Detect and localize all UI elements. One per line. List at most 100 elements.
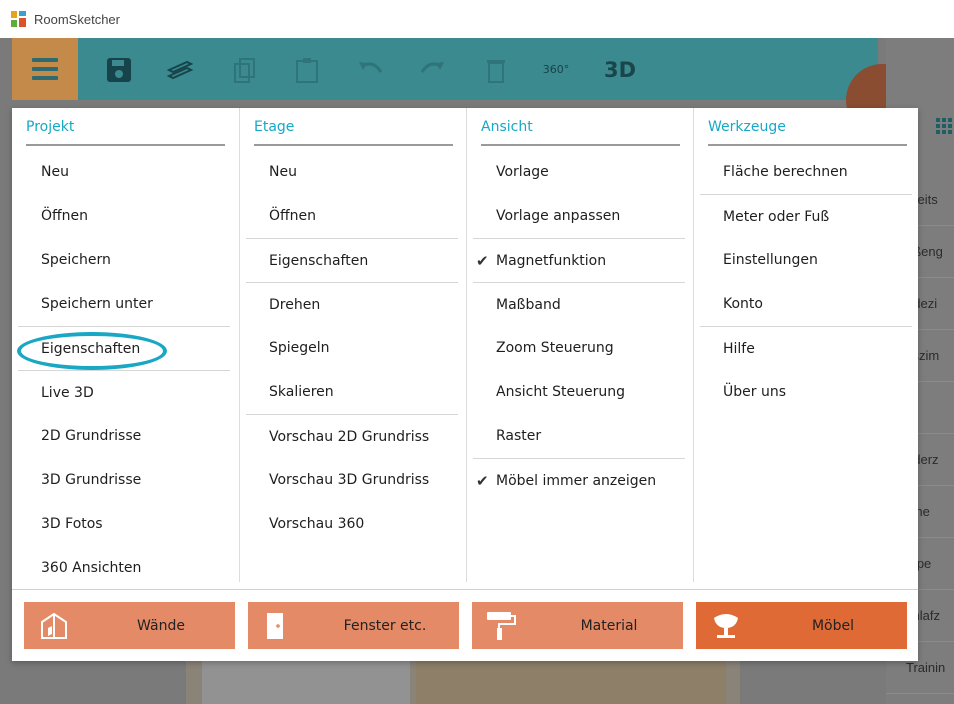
menu-heading-ansicht: Ansicht bbox=[481, 108, 680, 146]
menu-item[interactable]: Vorschau 3D Grundriss bbox=[246, 458, 458, 502]
menu-item[interactable]: Raster bbox=[473, 414, 685, 458]
category-button-material[interactable]: Material bbox=[472, 602, 683, 649]
menu-item-label: Konto bbox=[723, 296, 763, 312]
menu-items-etage: Neu Öffnen Eigenschaften Drehen Spiegeln Skal… bbox=[246, 150, 458, 546]
menu-column-projekt: Projekt Neu Öffnen Speichern Speichern unte… bbox=[12, 108, 239, 582]
hamburger-icon-bar bbox=[32, 76, 58, 80]
menu-item-label: Speichern unter bbox=[41, 296, 153, 312]
menu-item[interactable]: 3D Fotos bbox=[18, 502, 230, 546]
menu-item-label: Vorschau 360 bbox=[269, 516, 365, 532]
menu-item[interactable]: Öffnen bbox=[18, 194, 230, 238]
category-label: Material bbox=[580, 617, 638, 634]
delete-icon[interactable] bbox=[481, 56, 511, 84]
menu-item[interactable]: Über uns bbox=[700, 370, 912, 414]
menu-item-label: Magnetfunktion bbox=[496, 253, 607, 269]
category-button-fenster[interactable]: Fenster etc. bbox=[248, 602, 459, 649]
menu-item[interactable]: Hilfe bbox=[700, 326, 912, 370]
redo-icon[interactable] bbox=[418, 56, 448, 84]
menu-item-label: Vorlage anpassen bbox=[496, 208, 621, 224]
menu-item-label: Über uns bbox=[723, 384, 786, 400]
layers-icon[interactable] bbox=[165, 56, 195, 84]
menu-item[interactable]: Vorschau 2D Grundriss bbox=[246, 414, 458, 458]
save-icon[interactable] bbox=[104, 56, 134, 84]
menu-heading-projekt: Projekt bbox=[26, 108, 225, 146]
menu-item[interactable]: Fläche berechnen bbox=[700, 150, 912, 194]
menu-item-label: Live 3D bbox=[41, 385, 94, 401]
menu-item[interactable]: Vorlage anpassen bbox=[473, 194, 685, 238]
menu-item[interactable]: Öffnen bbox=[246, 194, 458, 238]
paste-icon[interactable] bbox=[292, 56, 322, 84]
menu-item-label: Eigenschaften bbox=[269, 253, 369, 269]
category-button-moebel[interactable]: Möbel bbox=[696, 602, 907, 649]
menu-column-etage: Etage Neu Öffnen Eigenschaften Drehen Spiege… bbox=[239, 108, 466, 582]
menu-item[interactable]: Live 3D bbox=[18, 370, 230, 414]
menu-item[interactable]: 360 Ansichten bbox=[18, 546, 230, 590]
menu-item[interactable]: Drehen bbox=[246, 282, 458, 326]
menu-item-label: Fläche berechnen bbox=[723, 164, 848, 180]
menu-items-ansicht: Vorlage Vorlage anpassen ✔ Magnetfunktion Ma… bbox=[473, 150, 685, 502]
menu-item[interactable]: Zoom Steuerung bbox=[473, 326, 685, 370]
window-title-bar: RoomSketcher bbox=[0, 0, 954, 38]
menu-item-label: Einstellungen bbox=[723, 252, 818, 268]
wood-floor bbox=[416, 658, 726, 704]
menu-item[interactable]: Neu bbox=[18, 150, 230, 194]
category-label: Fenster etc. bbox=[343, 617, 427, 634]
menu-item[interactable]: Einstellungen bbox=[700, 238, 912, 282]
menu-item-label: Vorlage bbox=[496, 164, 549, 180]
menu-item[interactable]: Neu bbox=[246, 150, 458, 194]
menu-item[interactable]: 3D Grundrisse bbox=[18, 458, 230, 502]
category-button-waende[interactable]: Wände bbox=[24, 602, 235, 649]
menu-item-label: Meter oder Fuß bbox=[723, 209, 830, 225]
category-buttons-bar: Wände Fenster etc. Material Möbel bbox=[12, 589, 918, 661]
hamburger-menu-button[interactable] bbox=[12, 38, 78, 100]
menu-item[interactable]: Vorlage bbox=[473, 150, 685, 194]
highlight-ring bbox=[17, 332, 167, 370]
view-360-label: 360° bbox=[542, 63, 570, 76]
menu-item[interactable]: Spiegeln bbox=[246, 326, 458, 370]
menu-item-label: 2D Grundrisse bbox=[41, 428, 142, 444]
menu-item[interactable]: ✔ Möbel immer anzeigen bbox=[473, 458, 685, 502]
window-title: RoomSketcher bbox=[34, 11, 120, 27]
menu-item-label: Drehen bbox=[269, 297, 321, 313]
menu-item[interactable]: Speichern bbox=[18, 238, 230, 282]
menu-item-label: Speichern bbox=[41, 252, 111, 268]
view-360-icon[interactable]: 360° bbox=[541, 56, 571, 84]
main-menu-dropdown: Projekt Neu Öffnen Speichern Speichern unte… bbox=[12, 108, 918, 661]
menu-items-werkzeuge: Fläche berechnen Meter oder Fuß Einstellun… bbox=[700, 150, 912, 414]
hamburger-icon-bar bbox=[32, 67, 58, 71]
grid-view-icon[interactable] bbox=[936, 118, 952, 134]
menu-item-label: Öffnen bbox=[41, 208, 89, 224]
menu-item[interactable]: Ansicht Steuerung bbox=[473, 370, 685, 414]
chair-icon bbox=[710, 610, 742, 642]
menu-column-werkzeuge: Werkzeuge Fläche berechnen Meter oder Fuß… bbox=[693, 108, 920, 582]
menu-item[interactable]: 2D Grundrisse bbox=[18, 414, 230, 458]
copy-icon[interactable] bbox=[230, 56, 260, 84]
menu-item[interactable]: Maßband bbox=[473, 282, 685, 326]
roomsketcher-app-icon bbox=[10, 10, 28, 28]
menu-item-label: 3D Grundrisse bbox=[41, 472, 142, 488]
menu-item-label: 360 Ansichten bbox=[41, 560, 142, 576]
hamburger-icon bbox=[32, 58, 58, 62]
menu-item[interactable]: Skalieren bbox=[246, 370, 458, 414]
menu-item[interactable]: Vorschau 360 bbox=[246, 502, 458, 546]
menu-item[interactable]: Eigenschaften bbox=[246, 238, 458, 282]
menu-item[interactable]: Konto bbox=[700, 282, 912, 326]
checkmark-icon: ✔ bbox=[476, 472, 489, 490]
menu-item-label: Maßband bbox=[496, 297, 561, 313]
menu-items-projekt: Neu Öffnen Speichern Speichern unter Eigensc… bbox=[17, 150, 230, 590]
view-3d-button[interactable]: 3D bbox=[600, 56, 640, 84]
menu-heading-werkzeuge: Werkzeuge bbox=[708, 108, 907, 146]
menu-item[interactable]: Eigenschaften bbox=[17, 326, 230, 370]
menu-item[interactable]: Speichern unter bbox=[18, 282, 230, 326]
undo-icon[interactable] bbox=[355, 56, 385, 84]
menu-item-label: Ansicht Steuerung bbox=[496, 384, 626, 400]
wall-icon bbox=[38, 610, 70, 642]
menu-item-label: Spiegeln bbox=[269, 340, 330, 356]
category-label: Möbel bbox=[811, 617, 855, 634]
menu-item-label: Raster bbox=[496, 428, 542, 444]
floorplan-canvas[interactable] bbox=[186, 658, 740, 704]
menu-heading-etage: Etage bbox=[254, 108, 453, 146]
menu-item[interactable]: Meter oder Fuß bbox=[700, 194, 912, 238]
checkmark-icon: ✔ bbox=[476, 252, 489, 270]
menu-item[interactable]: ✔ Magnetfunktion bbox=[473, 238, 685, 282]
